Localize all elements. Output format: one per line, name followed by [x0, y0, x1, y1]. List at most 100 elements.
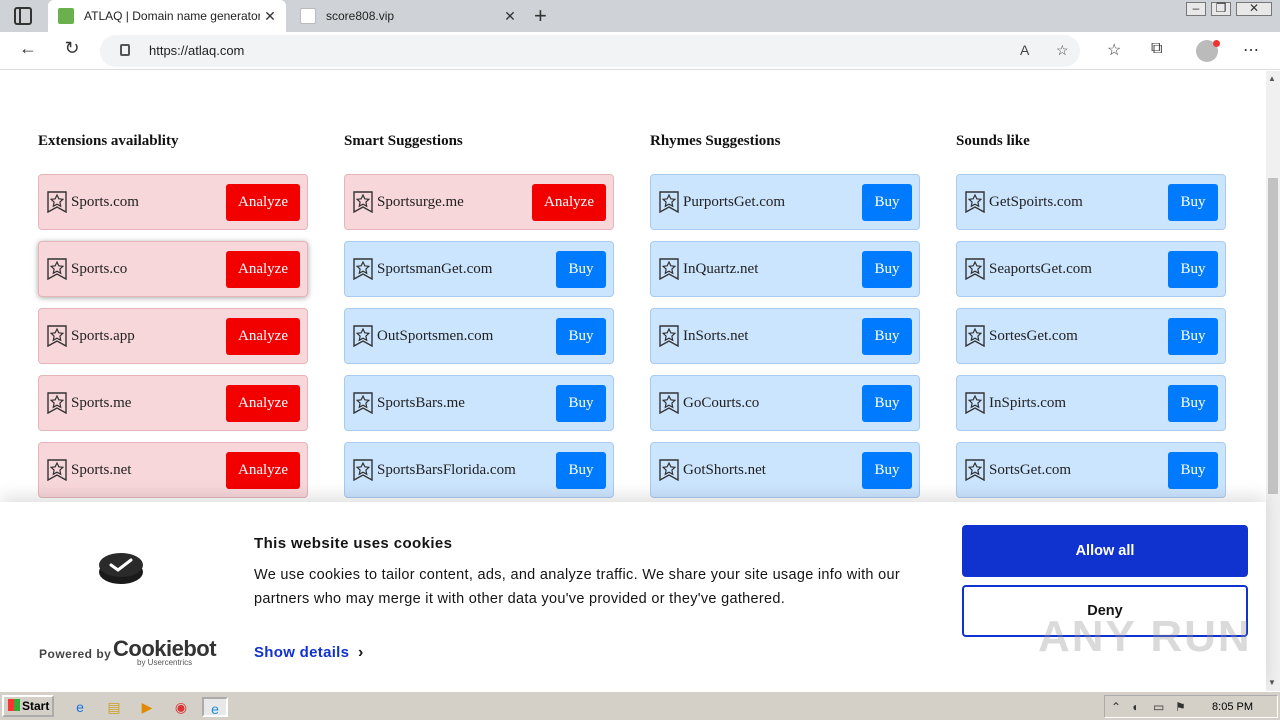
- buy-button[interactable]: Buy: [862, 384, 912, 422]
- new-tab-icon[interactable]: +: [534, 3, 547, 29]
- domain-card: SeaportsGet.com Buy: [956, 241, 1226, 297]
- analyze-button[interactable]: Analyze: [532, 183, 606, 221]
- domain-name: GotShorts.net: [683, 461, 766, 478]
- bookmark-star-icon[interactable]: [658, 258, 680, 280]
- domain-card: SportsmanGet.com Buy: [344, 241, 614, 297]
- favorites-icon[interactable]: ☆: [1107, 40, 1121, 60]
- bookmark-star-icon[interactable]: [352, 459, 374, 481]
- lock-icon: [120, 44, 130, 56]
- volume-icon[interactable]: ◖: [1131, 700, 1138, 714]
- allow-all-button[interactable]: Allow all: [962, 525, 1248, 577]
- domain-card: Sportsurge.me Analyze: [344, 174, 614, 230]
- bookmark-star-icon[interactable]: [352, 325, 374, 347]
- analyze-button[interactable]: Analyze: [226, 183, 300, 221]
- buy-button[interactable]: Buy: [862, 250, 912, 288]
- flag-icon[interactable]: ⚑: [1175, 700, 1186, 714]
- read-aloud-icon[interactable]: A: [1020, 42, 1029, 58]
- show-details-link[interactable]: Show details: [254, 644, 349, 661]
- media-player-icon[interactable]: ▶: [137, 697, 157, 717]
- tab-atlaq[interactable]: ATLAQ | Domain name generator ✕: [48, 0, 286, 32]
- domain-name: PurportsGet.com: [683, 193, 786, 210]
- bookmark-star-icon[interactable]: [46, 392, 68, 414]
- analyze-button[interactable]: Analyze: [226, 384, 300, 422]
- scroll-down-icon[interactable]: ▼: [1268, 678, 1276, 687]
- ie-icon[interactable]: e: [70, 697, 90, 717]
- bookmark-star-icon[interactable]: [46, 191, 68, 213]
- domain-name: SortesGet.com: [989, 327, 1078, 344]
- buy-button[interactable]: Buy: [556, 250, 606, 288]
- buy-button[interactable]: Buy: [1168, 384, 1218, 422]
- buy-button[interactable]: Buy: [1168, 317, 1218, 355]
- bookmark-star-icon[interactable]: [352, 392, 374, 414]
- chrome-icon[interactable]: ◉: [171, 697, 191, 717]
- domain-name: SportsBars.me: [377, 394, 465, 411]
- domain-card: Sports.com Analyze: [38, 174, 308, 230]
- start-label: Start: [22, 699, 50, 713]
- bookmark-star-icon[interactable]: [352, 258, 374, 280]
- bookmark-star-icon[interactable]: [658, 392, 680, 414]
- address-bar[interactable]: https://atlaq.com A ☆: [100, 35, 1080, 67]
- bookmark-star-icon[interactable]: [352, 191, 374, 213]
- bookmark-star-icon[interactable]: [46, 325, 68, 347]
- folder-icon[interactable]: ▤: [104, 697, 124, 717]
- domain-card: InQuartz.net Buy: [650, 241, 920, 297]
- tab-actions-icon[interactable]: [14, 7, 32, 25]
- buy-button[interactable]: Buy: [862, 451, 912, 489]
- taskbar-clock[interactable]: 8:05 PM: [1212, 701, 1253, 713]
- browser-tab-bar: ATLAQ | Domain name generator ✕ score808…: [0, 0, 1280, 32]
- buy-button[interactable]: Buy: [1168, 250, 1218, 288]
- more-menu-icon[interactable]: ⋯: [1243, 40, 1259, 60]
- domain-card: InSpirts.com Buy: [956, 375, 1226, 431]
- buy-button[interactable]: Buy: [862, 317, 912, 355]
- tray-expand-icon[interactable]: ⌃: [1111, 700, 1121, 714]
- back-arrow-icon[interactable]: ←: [15, 38, 41, 59]
- analyze-button[interactable]: Analyze: [226, 451, 300, 489]
- domain-card: InSorts.net Buy: [650, 308, 920, 364]
- page-scrollbar[interactable]: ▲ ▼: [1266, 71, 1280, 691]
- network-icon[interactable]: ▭: [1153, 700, 1164, 714]
- minimize-icon[interactable]: –: [1186, 2, 1206, 16]
- bookmark-star-icon[interactable]: [46, 459, 68, 481]
- buy-button[interactable]: Buy: [862, 183, 912, 221]
- bookmark-star-icon[interactable]: [964, 459, 986, 481]
- system-tray: ⌃ ◖ ▭ ⚑ 8:05 PM: [1104, 695, 1278, 718]
- buy-button[interactable]: Buy: [1168, 451, 1218, 489]
- cookie-title: This website uses cookies: [254, 535, 453, 552]
- add-favorite-icon[interactable]: ☆: [1056, 42, 1069, 59]
- buy-button[interactable]: Buy: [556, 451, 606, 489]
- domain-name: OutSportsmen.com: [377, 327, 494, 344]
- bookmark-star-icon[interactable]: [964, 392, 986, 414]
- close-icon[interactable]: ✕: [500, 8, 520, 25]
- domain-name: Sports.app: [71, 327, 135, 344]
- bookmark-star-icon[interactable]: [658, 325, 680, 347]
- bookmark-star-icon[interactable]: [658, 191, 680, 213]
- scroll-up-icon[interactable]: ▲: [1268, 74, 1276, 83]
- buy-button[interactable]: Buy: [1168, 183, 1218, 221]
- analyze-button[interactable]: Analyze: [226, 250, 300, 288]
- bookmark-star-icon[interactable]: [964, 258, 986, 280]
- domain-card: GotShorts.net Buy: [650, 442, 920, 498]
- start-button[interactable]: Start: [2, 695, 54, 717]
- refresh-icon[interactable]: ↻: [59, 38, 85, 59]
- collections-icon[interactable]: ⧉: [1151, 40, 1162, 58]
- analyze-button[interactable]: Analyze: [226, 317, 300, 355]
- edge-icon[interactable]: e: [202, 697, 228, 717]
- domain-name: GoCourts.co: [683, 394, 760, 411]
- profile-avatar[interactable]: [1196, 40, 1220, 62]
- bookmark-star-icon[interactable]: [658, 459, 680, 481]
- window-close-icon[interactable]: ✕: [1236, 2, 1272, 16]
- buy-button[interactable]: Buy: [556, 384, 606, 422]
- anyrun-watermark: ANY RUN: [1038, 612, 1252, 661]
- windows-taskbar: Start e ▤ ▶ ◉ e ⌃ ◖ ▭ ⚑ 8:05 PM: [0, 691, 1280, 720]
- chevron-right-icon[interactable]: ›: [358, 644, 363, 662]
- tab-score808[interactable]: score808.vip ✕: [290, 0, 526, 32]
- buy-button[interactable]: Buy: [556, 317, 606, 355]
- restore-icon[interactable]: ❐: [1211, 2, 1231, 16]
- domain-card: SortsGet.com Buy: [956, 442, 1226, 498]
- close-icon[interactable]: ✕: [260, 8, 280, 25]
- bookmark-star-icon[interactable]: [964, 191, 986, 213]
- scrollbar-thumb[interactable]: [1268, 178, 1278, 494]
- bookmark-star-icon[interactable]: [46, 258, 68, 280]
- tab-title: score808.vip: [326, 9, 395, 23]
- bookmark-star-icon[interactable]: [964, 325, 986, 347]
